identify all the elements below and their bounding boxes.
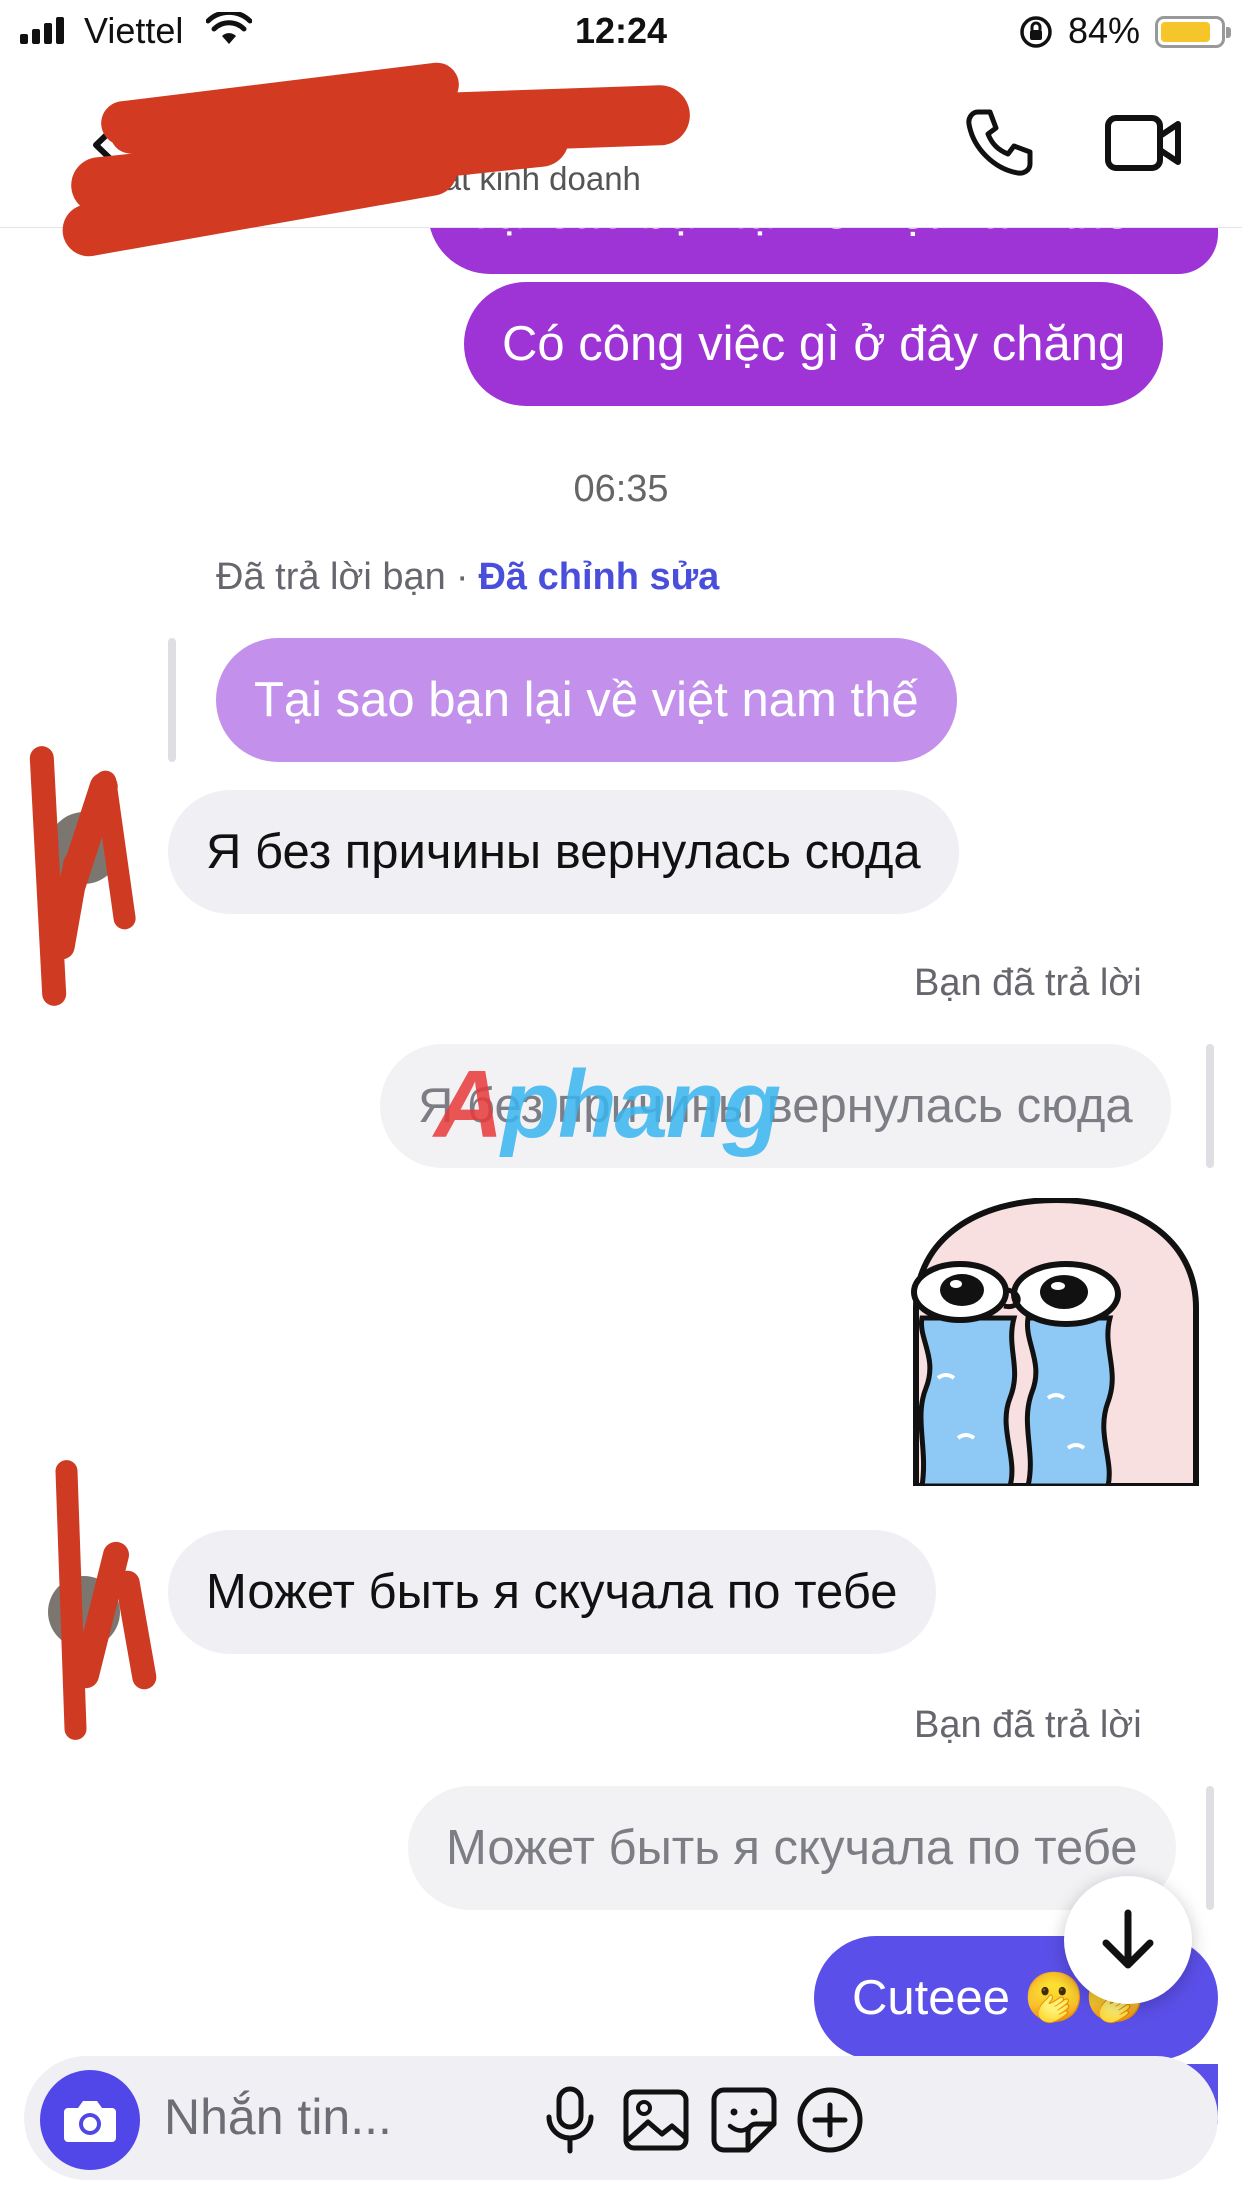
status-bar: Viettel 12:24 84% (0, 0, 1242, 64)
you-replied-label: Bạn đã trả lời (914, 1704, 1142, 1746)
scroll-down-button[interactable] (1064, 1876, 1192, 2004)
message-timestamp: 06:35 (573, 468, 669, 510)
phone-icon (966, 109, 1033, 176)
sticker-button[interactable] (708, 2084, 780, 2156)
camera-icon (64, 2101, 116, 2142)
arrow-down-icon (1102, 1909, 1154, 1969)
outgoing-message[interactable]: Có công việc gì ở đây chăng (464, 282, 1164, 406)
you-replied-label: Bạn đã trả lời (914, 962, 1142, 1004)
watermark-logo: Aphang (434, 1051, 781, 1158)
camera-button[interactable] (40, 2070, 140, 2170)
quoted-message[interactable]: Tại sao bạn lại về việt nam thế (216, 638, 957, 762)
replied-label: Đã trả lời bạn (216, 556, 446, 598)
microphone-icon (546, 2086, 594, 2154)
video-icon (1105, 115, 1181, 171)
battery-icon (1155, 16, 1231, 48)
reply-bar (1206, 1044, 1214, 1168)
incoming-message[interactable]: Я без причины вернулась сюда (168, 790, 959, 914)
separator-dot: · (455, 556, 469, 598)
image-icon (623, 2089, 689, 2151)
redaction-scribble (113, 1568, 159, 1692)
orientation-lock-icon (1018, 14, 1054, 55)
quoted-message[interactable]: Может быть я скучала по тебе (408, 1786, 1176, 1910)
plus-icon (797, 2087, 863, 2153)
battery-percent: 84% (1068, 10, 1141, 51)
gallery-button[interactable] (620, 2084, 692, 2156)
sticker-icon (711, 2087, 777, 2153)
chat-header: Bạn chat kinh doanh (0, 60, 1242, 261)
clock: 12:24 (574, 10, 668, 51)
incoming-message[interactable]: Может быть я скучала по тебе (168, 1530, 936, 1654)
crying-sticker[interactable] (898, 1196, 1214, 1489)
edited-label: Đã chỉnh sửa (478, 556, 720, 598)
reply-bar (168, 638, 176, 762)
reply-meta: Đã trả lời bạn · Đã chỉnh sửa (216, 556, 719, 599)
microphone-button[interactable] (534, 2084, 606, 2156)
voice-call-button[interactable] (962, 104, 1038, 180)
reply-bar (1206, 1786, 1214, 1910)
more-button[interactable] (794, 2084, 866, 2156)
video-call-button[interactable] (1104, 108, 1184, 178)
message-composer (24, 2056, 1218, 2180)
